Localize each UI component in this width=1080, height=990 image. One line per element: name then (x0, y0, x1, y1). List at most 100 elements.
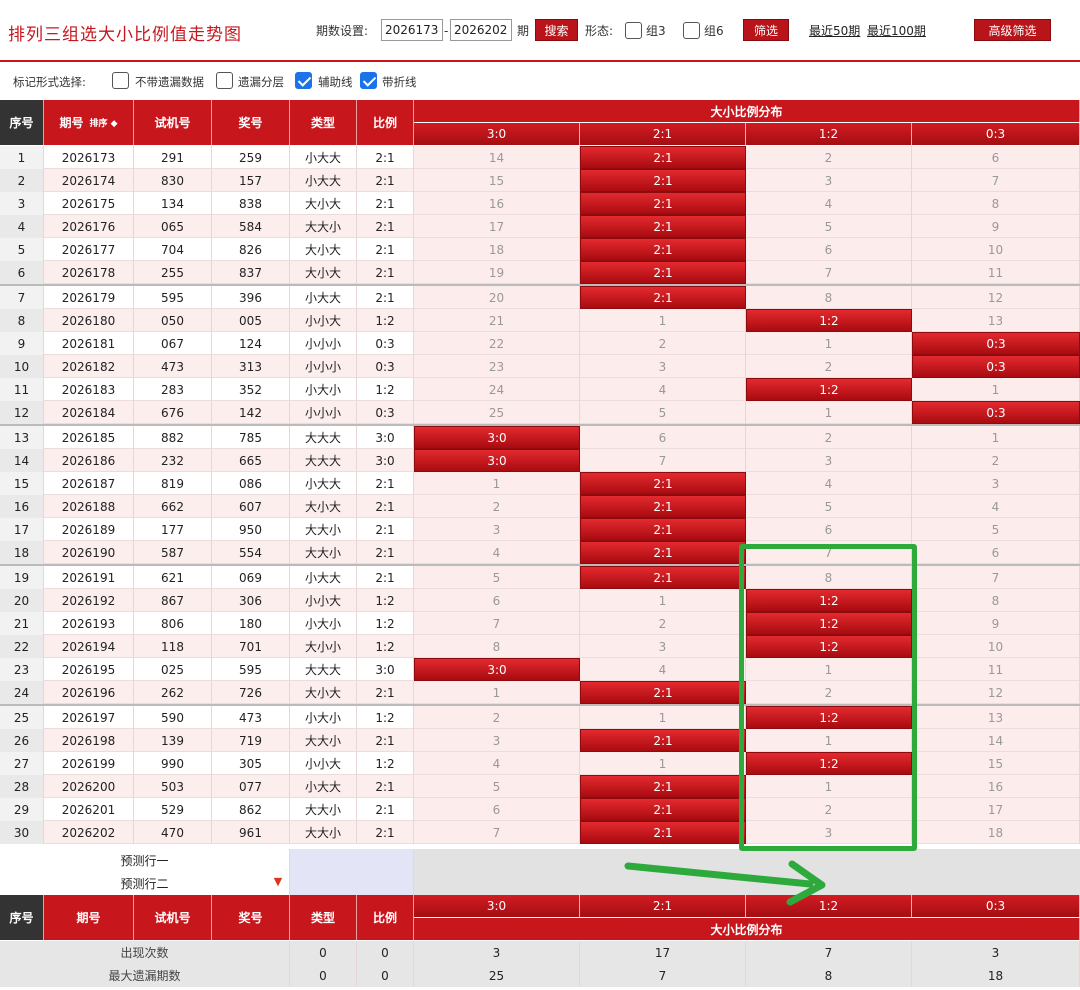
ratio-cell: 1:2 (357, 612, 414, 635)
period-cell: 2026187 (44, 472, 134, 495)
header-seq: 序号 (0, 100, 44, 145)
ratio-cell: 2:1 (357, 286, 414, 309)
miss-cell: 2 (746, 355, 912, 378)
type-cell: 小大小 (290, 378, 357, 401)
miss-cell: 2 (414, 495, 580, 518)
miss-cell: 7 (912, 169, 1080, 192)
miss-cell: 7 (580, 449, 746, 472)
miss-cell: 2 (580, 612, 746, 635)
ratio-cell: 2:1 (357, 681, 414, 704)
award-cell: 077 (212, 775, 290, 798)
highlight-box (739, 544, 917, 851)
type-cell: 大小大 (290, 238, 357, 261)
hit-cell: 2:1 (580, 775, 746, 798)
down-arrow-icon[interactable]: ▼ (270, 875, 286, 891)
miss-cell: 6 (746, 238, 912, 261)
period-cell: 2026194 (44, 635, 134, 658)
miss-cell: 11 (912, 658, 1080, 681)
predict-row-1: 预测行一 (0, 849, 290, 872)
award-cell: 607 (212, 495, 290, 518)
miss-cell: 5 (746, 495, 912, 518)
period-cell: 2026181 (44, 332, 134, 355)
stat-ratio: 0 (357, 964, 414, 987)
period-cell: 2026180 (44, 309, 134, 332)
seq-cell: 16 (0, 495, 44, 518)
miss-cell: 5 (746, 215, 912, 238)
header-dist-2: 1:2 (746, 123, 912, 145)
period-cell: 2026199 (44, 752, 134, 775)
period-cell: 2026174 (44, 169, 134, 192)
miss-cell: 7 (414, 612, 580, 635)
ratio-cell: 0:3 (357, 332, 414, 355)
seq-cell: 17 (0, 518, 44, 541)
miss-cell: 21 (414, 309, 580, 332)
miss-cell: 10 (912, 635, 1080, 658)
hit-cell: 2:1 (580, 215, 746, 238)
trial-cell: 139 (134, 729, 212, 752)
trial-cell: 867 (134, 589, 212, 612)
award-cell: 313 (212, 355, 290, 378)
award-cell: 719 (212, 729, 290, 752)
miss-cell: 11 (912, 261, 1080, 284)
stat-dist: 3 (414, 941, 580, 964)
ratio-cell: 2:1 (357, 541, 414, 564)
miss-cell: 5 (414, 566, 580, 589)
miss-cell: 7 (414, 821, 580, 844)
ratio-cell: 1:2 (357, 752, 414, 775)
period-cell: 2026177 (44, 238, 134, 261)
hit-cell: 2:1 (580, 192, 746, 215)
seq-cell: 25 (0, 706, 44, 729)
type-cell: 小小大 (290, 589, 357, 612)
predict-row-2-input[interactable] (290, 872, 414, 895)
header-period-label: 期号 (59, 116, 84, 130)
miss-cell: 2 (414, 706, 580, 729)
type-cell: 小大大 (290, 146, 357, 169)
miss-cell: 3 (912, 472, 1080, 495)
seq-cell: 8 (0, 309, 44, 332)
award-cell: 665 (212, 449, 290, 472)
miss-cell: 3 (746, 169, 912, 192)
type-cell: 大大小 (290, 821, 357, 844)
predict-row-1-input[interactable] (290, 849, 414, 872)
seq-cell: 14 (0, 449, 44, 472)
footer-dist-title: 大小比例分布 (414, 918, 1080, 940)
miss-cell: 4 (746, 192, 912, 215)
period-cell: 2026200 (44, 775, 134, 798)
miss-cell: 5 (912, 518, 1080, 541)
miss-cell: 1 (580, 706, 746, 729)
miss-cell: 12 (912, 681, 1080, 704)
footer-type: 类型 (290, 895, 357, 940)
footer-ratio: 比例 (357, 895, 414, 940)
type-cell: 大小小 (290, 635, 357, 658)
ratio-cell: 1:2 (357, 706, 414, 729)
trial-cell: 065 (134, 215, 212, 238)
seq-cell: 24 (0, 681, 44, 704)
period-cell: 2026202 (44, 821, 134, 844)
hit-cell: 3:0 (414, 449, 580, 472)
type-cell: 大大小 (290, 518, 357, 541)
trial-cell: 262 (134, 681, 212, 704)
miss-cell: 2 (580, 332, 746, 355)
hit-cell: 2:1 (580, 472, 746, 495)
seq-cell: 19 (0, 566, 44, 589)
trial-cell: 990 (134, 752, 212, 775)
award-cell: 352 (212, 378, 290, 401)
miss-cell: 18 (414, 238, 580, 261)
award-cell: 005 (212, 309, 290, 332)
period-cell: 2026176 (44, 215, 134, 238)
type-cell: 小大小 (290, 612, 357, 635)
header-trial: 试机号 (134, 100, 212, 145)
trial-cell: 676 (134, 401, 212, 424)
seq-cell: 7 (0, 286, 44, 309)
seq-cell: 23 (0, 658, 44, 681)
trial-cell: 595 (134, 286, 212, 309)
miss-cell: 15 (912, 752, 1080, 775)
header-period: 期号 排序 ◆ (44, 100, 134, 145)
miss-cell: 6 (912, 541, 1080, 564)
seq-cell: 26 (0, 729, 44, 752)
period-cell: 2026185 (44, 426, 134, 449)
award-cell: 305 (212, 752, 290, 775)
stat-dist: 17 (580, 941, 746, 964)
sort-icon[interactable]: 排序 ◆ (89, 116, 117, 129)
type-cell: 大小大 (290, 681, 357, 704)
